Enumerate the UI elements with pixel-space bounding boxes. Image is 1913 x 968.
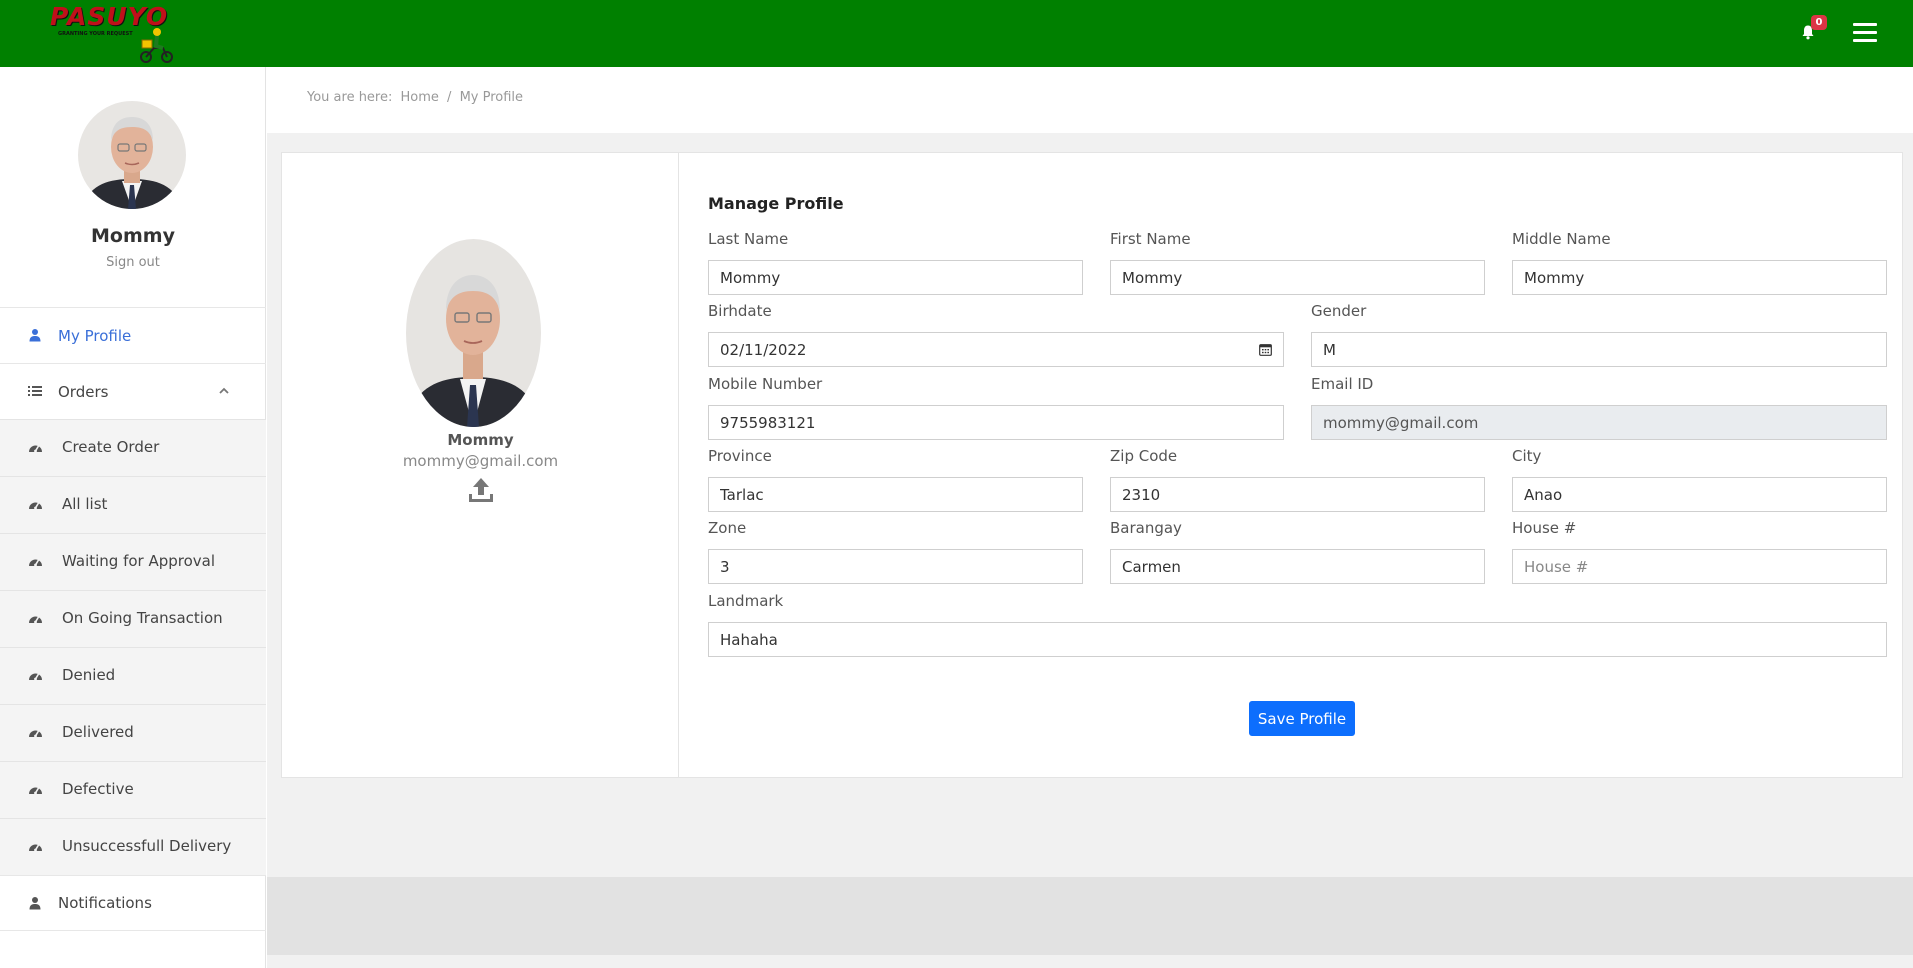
user-photo [406,239,541,427]
form-title: Manage Profile [708,194,844,213]
zone-field[interactable] [708,549,1083,584]
email-label: Email ID [1311,375,1374,393]
sidebar-subitem-unsuccessful-delivery[interactable]: Unsuccessfull Delivery [0,818,266,875]
dashboard-icon [29,787,42,795]
dashboard-icon [29,502,42,510]
sidebar-subitem-label: Create Order [62,438,160,456]
breadcrumb-current: My Profile [459,90,524,105]
sidebar-item-notifications[interactable]: Notifications [0,875,266,931]
province-field[interactable] [708,477,1083,512]
delivery-rider-icon [140,28,173,63]
sidebar-subitem-delivered[interactable]: Delivered [0,704,266,761]
dashboard-icon [29,730,42,738]
calendar-icon[interactable] [1259,343,1272,356]
first-name-field[interactable] [1110,260,1485,295]
pasuyo-logo[interactable]: PASUYO GRANTING YOUR REQUEST [50,2,175,64]
sidebar-subitem-create-order[interactable]: Create Order [0,419,266,476]
barangay-label: Barangay [1110,519,1182,537]
menu-toggle-icon[interactable] [1853,23,1877,43]
top-bar: PASUYO GRANTING YOUR REQUEST 0 [0,0,1913,67]
sidebar-subitem-label: Unsuccessfull Delivery [62,837,232,855]
last-name-field[interactable] [708,260,1083,295]
mobile-number-label: Mobile Number [708,375,823,393]
zip-code-field[interactable] [1110,477,1485,512]
user-icon [29,329,41,342]
sidebar-subitem-label: All list [62,495,108,513]
breadcrumb-separator: / [447,90,452,105]
sidebar-subitem-label: Defective [62,780,134,798]
sidebar-subitem-label: Denied [62,666,116,684]
landmark-field[interactable] [708,622,1887,657]
city-label: City [1512,447,1542,465]
profile-photo [406,239,541,427]
dashboard-icon [29,616,42,624]
sidebar-subitem-waiting-for-approval[interactable]: Waiting for Approval [0,533,266,590]
gender-label: Gender [1311,302,1367,320]
dashboard-icon [29,445,42,453]
user-photo [78,101,186,209]
middle-name-field[interactable] [1512,260,1887,295]
breadcrumb-prefix: You are here: [307,90,393,105]
footer [267,877,1913,955]
upload-icon[interactable] [467,476,495,504]
sidebar-item-orders[interactable]: Orders [0,363,266,419]
avatar [78,101,186,209]
sidebar-item-label: Orders [58,382,109,401]
dashboard-icon [29,673,42,681]
logo-tagline: GRANTING YOUR REQUEST [58,31,133,37]
sidebar-user-name: Mommy [91,225,175,247]
profile-email: mommy@gmail.com [402,452,559,470]
sidebar-subitem-denied[interactable]: Denied [0,647,266,704]
breadcrumb-bar: You are here: Home / My Profile [267,67,1913,133]
landmark-label: Landmark [708,592,784,610]
main-content: You are here: Home / My Profile Mommy mo… [267,67,1913,968]
list-icon [28,386,42,396]
sidebar-nav: My Profile Orders Create Order All list … [0,307,266,931]
last-name-label: Last Name [708,230,789,248]
sidebar-subitem-defective[interactable]: Defective [0,761,266,818]
profile-name: Mommy [447,431,514,449]
chevron-up-icon[interactable] [218,386,230,396]
sidebar-item-label: My Profile [58,326,132,345]
middle-name-label: Middle Name [1512,230,1611,248]
sidebar-item-label: Notifications [58,894,152,912]
sidebar-subitem-all-list[interactable]: All list [0,476,266,533]
breadcrumb-home-link[interactable]: Home [401,90,439,105]
notification-count-badge: 0 [1811,15,1827,30]
zip-code-label: Zip Code [1110,447,1178,465]
zone-label: Zone [708,519,747,537]
sidebar-item-my-profile[interactable]: My Profile [0,307,266,363]
house-number-field[interactable] [1512,549,1887,584]
city-field[interactable] [1512,477,1887,512]
sidebar: Mommy Sign out My Profile Orders Create … [0,67,266,968]
birthdate-label: Birhdate [708,302,772,320]
sidebar-subitem-label: Delivered [62,723,134,741]
profile-summary: Mommy mommy@gmail.com [282,153,679,777]
house-number-label: House # [1512,519,1577,537]
manage-profile-form: Manage Profile Last Name First Name Midd… [679,153,1902,777]
user-icon [29,897,41,910]
dashboard-icon [29,559,42,567]
sign-out-link[interactable]: Sign out [0,255,266,270]
barangay-field[interactable] [1110,549,1485,584]
email-field [1311,405,1887,440]
first-name-label: First Name [1110,230,1191,248]
mobile-number-field[interactable] [708,405,1284,440]
gender-field[interactable] [1311,332,1887,367]
profile-card: Mommy mommy@gmail.com Manage Profile Las… [281,152,1903,778]
save-profile-button[interactable]: Save Profile [1249,701,1355,736]
dashboard-icon [29,844,42,852]
sidebar-subitem-on-going-transaction[interactable]: On Going Transaction [0,590,266,647]
breadcrumb: You are here: Home / My Profile [307,90,527,105]
province-label: Province [708,447,772,465]
birthdate-field[interactable] [708,332,1284,367]
sidebar-subitem-label: Waiting for Approval [62,552,216,570]
sidebar-subitem-label: On Going Transaction [62,609,223,627]
